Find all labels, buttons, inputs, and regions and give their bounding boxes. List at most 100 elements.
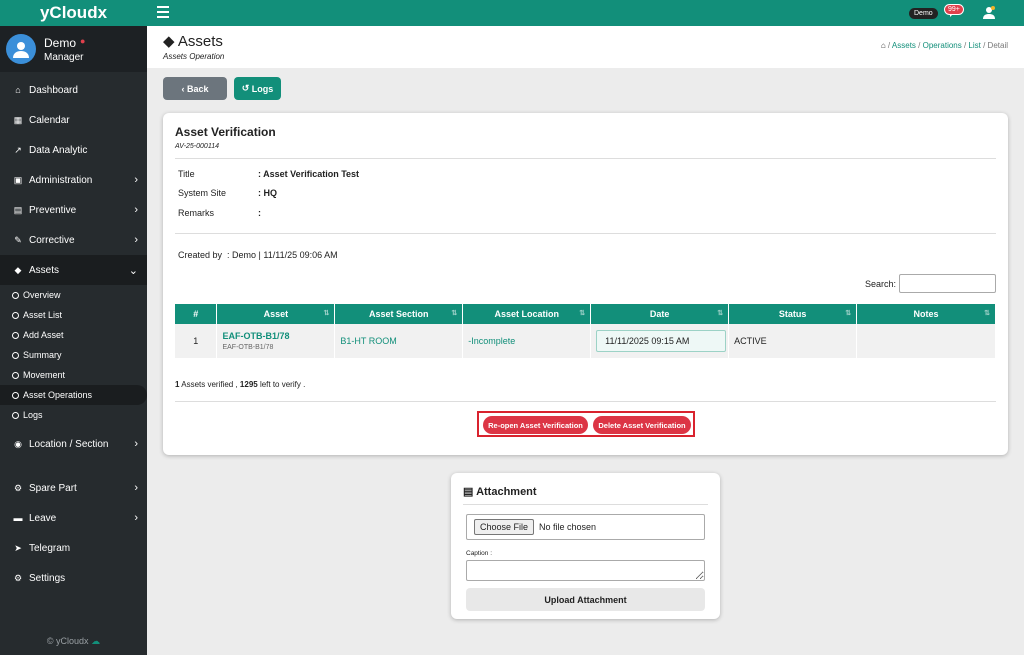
card-title: Asset Verification	[175, 125, 276, 139]
globe-icon: ◉	[14, 438, 22, 449]
submenu-label: Add Asset	[23, 330, 64, 340]
cell-date: 11/11/2025 09:15 AM	[590, 324, 730, 358]
file-status: No file chosen	[539, 522, 597, 532]
circle-icon	[12, 311, 19, 319]
notification-badge: 99+	[944, 4, 964, 15]
circle-icon	[12, 411, 19, 419]
sidebar-item-calendar[interactable]: ▦ Calendar	[0, 105, 147, 135]
detail-row-site: System Site: HQ	[178, 188, 277, 198]
sidebar-item-corrective[interactable]: ✎ Corrective ›	[0, 225, 147, 255]
cell-num: 1	[175, 324, 218, 358]
user-menu-icon[interactable]	[983, 6, 995, 19]
col-header-section[interactable]: Asset Section ⇅	[334, 304, 464, 324]
sidebar-item-label: Leave	[29, 512, 57, 524]
detail-value: : HQ	[258, 188, 277, 198]
submenu-item-summary[interactable]: Summary	[0, 345, 147, 365]
breadcrumb-operations[interactable]: Operations	[923, 41, 962, 50]
chevron-right-icon: ›	[134, 174, 138, 186]
cell-section[interactable]: B1-HT ROOM	[334, 324, 464, 358]
divider	[463, 504, 708, 505]
chevron-right-icon: ›	[134, 482, 138, 494]
sidebar-item-dashboard[interactable]: ⌂ Dashboard	[0, 75, 147, 105]
caption-textarea[interactable]	[466, 560, 705, 581]
logs-label: Logs	[251, 83, 274, 94]
user-avatar-icon	[13, 42, 29, 58]
back-button[interactable]: ‹ Back	[163, 77, 227, 100]
sidebar-item-spare-part[interactable]: ⚙ Spare Part ›	[0, 473, 147, 503]
sort-icon: ⇅	[717, 310, 724, 317]
created-value: : Demo | 11/11/25 09:06 AM	[227, 250, 338, 260]
submenu-label: Movement	[23, 370, 66, 380]
search-input[interactable]	[899, 274, 996, 293]
breadcrumb-list[interactable]: List	[968, 41, 980, 50]
submenu-item-asset-list[interactable]: Asset List	[0, 305, 147, 325]
sidebar-item-telegram[interactable]: ➤ Telegram	[0, 533, 147, 563]
upload-attachment-button[interactable]: Upload Attachment	[466, 588, 705, 611]
verify-summary: 1 Assets verified , 1295 left to verify …	[175, 380, 305, 389]
tag-icon: ◆	[14, 264, 22, 275]
sidebar-item-assets[interactable]: ◆ Assets ⌄	[0, 255, 147, 285]
sidebar-item-label: Data Analytic	[29, 144, 88, 156]
history-icon: ↺	[241, 83, 252, 93]
file-input[interactable]: Choose File No file chosen	[466, 514, 705, 540]
reopen-verification-button[interactable]: Re-open Asset Verification	[483, 416, 588, 434]
cell-location[interactable]: -Incomplete	[462, 324, 592, 358]
detail-label: Title	[178, 169, 195, 179]
brand-logo[interactable]: yCloudx	[0, 0, 147, 26]
sidebar-item-data-analytic[interactable]: ↗ Data Analytic	[0, 135, 147, 165]
header-label: Asset Section	[369, 309, 429, 319]
page-title: ◆ Assets	[163, 32, 223, 50]
cloud-icon: ☁	[91, 636, 101, 646]
home-icon[interactable]: ⌂	[881, 41, 886, 50]
col-header-status[interactable]: Status ⇅	[728, 304, 858, 324]
circle-icon	[12, 371, 19, 379]
back-label: Back	[186, 83, 209, 94]
sidebar-item-leave[interactable]: ▬ Leave ›	[0, 503, 147, 533]
submenu-label: Asset List	[23, 310, 63, 320]
logs-button[interactable]: ↺ Logs	[234, 77, 281, 100]
gear-icon: ⚙	[13, 572, 23, 583]
submenu-item-overview[interactable]: Overview	[0, 285, 147, 305]
user-role: Manager	[44, 51, 84, 63]
asset-verification-card: Asset Verification AV-25-000114 Title: A…	[163, 113, 1008, 455]
col-header-notes[interactable]: Notes ⇅	[856, 304, 996, 324]
submenu-item-logs[interactable]: Logs	[0, 405, 147, 425]
created-by: Created by : Demo | 11/11/25 09:06 AM	[178, 250, 338, 260]
chevron-right-icon: ›	[134, 234, 138, 246]
col-header-location[interactable]: Asset Location ⇅	[462, 304, 592, 324]
submenu-item-add-asset[interactable]: Add Asset	[0, 325, 147, 345]
hamburger-menu-icon[interactable]	[157, 6, 169, 18]
header-label: #	[193, 309, 199, 319]
col-header-num[interactable]: #	[175, 304, 218, 324]
chevron-right-icon: ›	[134, 512, 138, 524]
submenu-item-asset-operations[interactable]: Asset Operations	[0, 385, 147, 405]
sidebar-item-label: Dashboard	[29, 84, 78, 96]
sidebar-item-label: Preventive	[29, 204, 77, 216]
sidebar-item-preventive[interactable]: ▤ Preventive ›	[0, 195, 147, 225]
circle-icon	[12, 391, 19, 399]
circle-icon	[12, 291, 19, 299]
sort-icon: ⇅	[579, 310, 586, 317]
header-label: Asset	[263, 309, 289, 319]
page-title-text: Assets	[177, 33, 223, 50]
circle-icon	[12, 331, 19, 339]
col-header-date[interactable]: Date ⇅	[590, 304, 730, 324]
sidebar-item-administration[interactable]: ▣ Administration ›	[0, 165, 147, 195]
demo-pill[interactable]: Demo	[909, 8, 938, 19]
date-field[interactable]: 11/11/2025 09:15 AM	[596, 330, 727, 352]
col-header-asset[interactable]: Asset ⇅	[216, 304, 336, 324]
delete-verification-button[interactable]: Delete Asset Verification	[593, 416, 691, 434]
chevron-right-icon: ›	[134, 204, 138, 216]
sidebar-item-location-section[interactable]: ◉ Location / Section ›	[0, 429, 147, 459]
choose-file-button[interactable]: Choose File	[474, 519, 535, 535]
asset-link[interactable]: EAF-OTB-B1/78	[222, 331, 334, 341]
sidebar-item-settings[interactable]: ⚙ Settings	[0, 563, 147, 593]
user-panel[interactable]: Demo ● Manager	[0, 26, 147, 72]
breadcrumb-assets[interactable]: Assets	[892, 41, 916, 50]
remaining-count: 1295	[239, 380, 258, 389]
topbar: Demo 99+	[147, 0, 1024, 26]
caption-label: Caption :	[466, 550, 493, 557]
submenu-item-movement[interactable]: Movement	[0, 365, 147, 385]
chart-line-icon: ↗	[14, 144, 22, 155]
chevron-down-icon: ⌄	[128, 264, 138, 277]
